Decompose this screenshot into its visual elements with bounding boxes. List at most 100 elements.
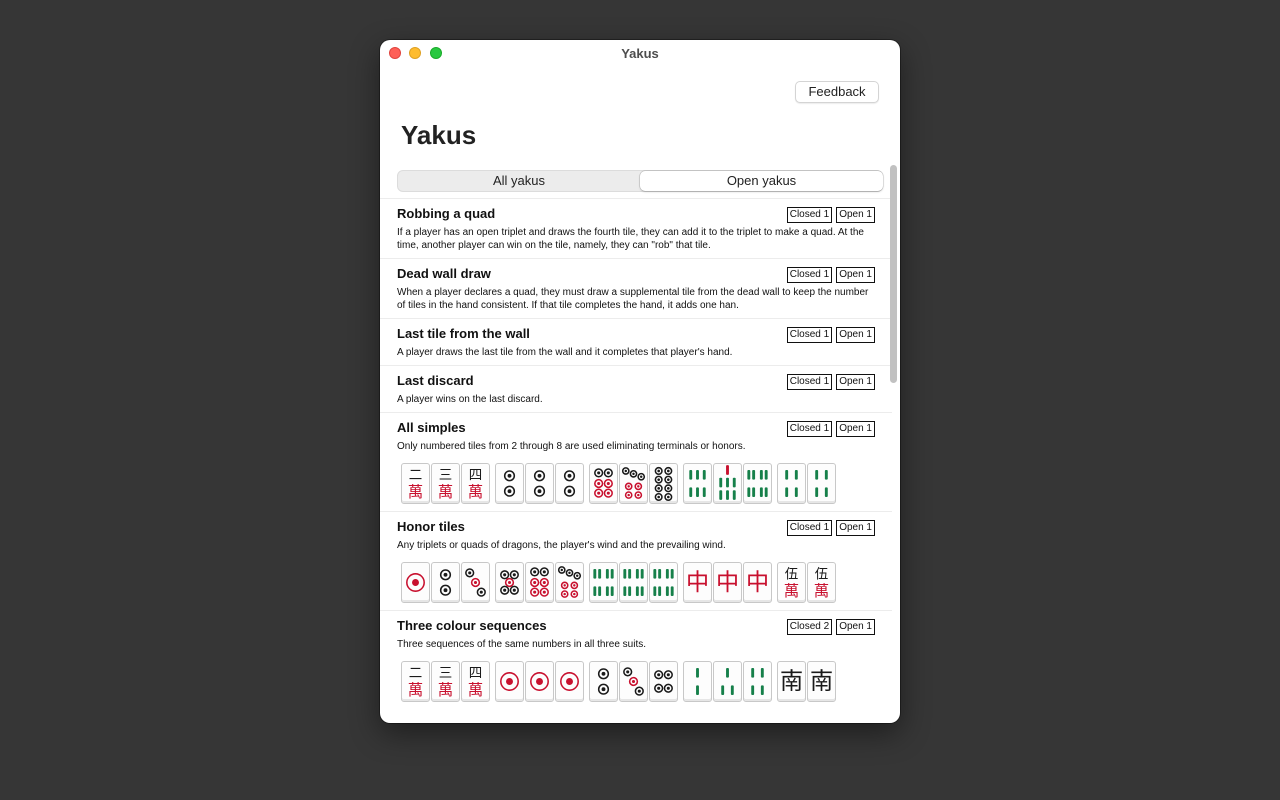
title-bar: Yakus <box>380 40 900 68</box>
mahjong-tile: 中 <box>713 562 742 603</box>
svg-text:二: 二 <box>409 468 423 484</box>
closed-han-badge: Closed 1 <box>786 207 833 223</box>
mahjong-tile: 二萬 <box>401 463 430 504</box>
mahjong-tile <box>743 661 772 702</box>
feedback-button[interactable]: Feedback <box>795 81 879 103</box>
svg-text:萬: 萬 <box>814 582 829 600</box>
svg-text:四: 四 <box>469 468 483 484</box>
tile-group: 伍萬伍萬 <box>777 562 837 604</box>
mahjong-tile <box>589 463 618 504</box>
yaku-row: Dead wall draw Closed 1 Open 1 When a playe… <box>380 258 892 318</box>
han-badges: Closed 1 Open 1 <box>786 421 875 437</box>
yaku-row: Last tile from the wall Closed 1 Open 1A p… <box>380 318 892 365</box>
open-han-badge: Open 1 <box>836 207 875 223</box>
mahjong-tile <box>431 562 460 603</box>
svg-text:南: 南 <box>810 669 833 695</box>
yaku-list[interactable]: Robbing a quad Closed 1 Open 1 If a player … <box>380 198 892 723</box>
closed-han-badge: Closed 2 <box>786 619 833 635</box>
tile-group: 二萬三萬四萬 <box>401 463 491 505</box>
mahjong-tile: 四萬 <box>461 661 490 702</box>
mahjong-tile <box>555 463 584 504</box>
svg-text:萬: 萬 <box>438 483 453 501</box>
tile-group: 南南 <box>777 661 837 703</box>
han-badges: Closed 1 Open 1 <box>786 207 875 223</box>
mahjong-tile <box>649 463 678 504</box>
mahjong-tile <box>743 463 772 504</box>
mahjong-tile: 二萬 <box>401 661 430 702</box>
open-han-badge: Open 1 <box>836 619 875 635</box>
yaku-row: Honor tiles Closed 1 Open 1 Any triplets or… <box>380 511 892 610</box>
tile-group <box>683 661 773 703</box>
svg-text:南: 南 <box>780 669 803 695</box>
tile-group <box>777 463 837 505</box>
tab-open-yakus[interactable]: Open yakus <box>640 171 883 191</box>
tile-group <box>495 661 585 703</box>
tile-group <box>589 562 679 604</box>
mahjong-tile <box>619 562 648 603</box>
svg-text:萬: 萬 <box>408 483 423 501</box>
han-badges: Closed 1 Open 1 <box>786 374 875 390</box>
mahjong-tile <box>713 661 742 702</box>
mahjong-tile <box>619 463 648 504</box>
tab-all-yakus[interactable]: All yakus <box>398 171 640 191</box>
yaku-row: Robbing a quad Closed 1 Open 1 If a player … <box>380 198 892 258</box>
tile-group: 中中中 <box>683 562 773 604</box>
mahjong-tile: 三萬 <box>431 463 460 504</box>
tile-group <box>589 661 679 703</box>
mahjong-tile <box>589 562 618 603</box>
scrollbar-thumb[interactable] <box>890 165 897 383</box>
svg-text:伍: 伍 <box>815 567 829 583</box>
mahjong-tile: 伍萬 <box>807 562 836 603</box>
svg-text:中: 中 <box>716 570 739 596</box>
closed-han-badge: Closed 1 <box>786 374 833 390</box>
svg-text:三: 三 <box>439 666 453 682</box>
han-badges: Closed 2 Open 1 <box>786 619 875 635</box>
mahjong-tile: 中 <box>683 562 712 603</box>
svg-text:萬: 萬 <box>468 681 483 699</box>
page-title: Yakus <box>401 120 477 150</box>
svg-text:萬: 萬 <box>468 483 483 501</box>
mahjong-tile: 南 <box>807 661 836 702</box>
mahjong-tile <box>649 661 678 702</box>
yaku-row: Last discard Closed 1 Open 1A player wins … <box>380 365 892 412</box>
yaku-description: Three sequences of the same numbers in a… <box>397 639 647 650</box>
example-hand: 中中中伍萬伍萬 <box>401 562 875 604</box>
mahjong-tile <box>495 463 524 504</box>
app-window: Yakus Feedback Yakus All yakus Open yaku… <box>380 40 900 723</box>
closed-han-badge: Closed 1 <box>786 267 833 283</box>
open-han-badge: Open 1 <box>836 520 875 536</box>
mahjong-tile <box>525 463 554 504</box>
svg-text:四: 四 <box>469 666 483 682</box>
mahjong-tile <box>649 562 678 603</box>
yaku-description: A player wins on the last discard. <box>397 394 543 405</box>
mahjong-tile <box>555 661 584 702</box>
mahjong-tile: 三萬 <box>431 661 460 702</box>
closed-han-badge: Closed 1 <box>786 327 833 343</box>
closed-han-badge: Closed 1 <box>786 520 833 536</box>
mahjong-tile <box>589 661 618 702</box>
svg-text:中: 中 <box>686 570 709 596</box>
svg-text:伍: 伍 <box>785 567 799 583</box>
yaku-description: When a player declares a quad, they must… <box>397 287 869 311</box>
mahjong-tile <box>683 463 712 504</box>
mahjong-tile <box>495 661 524 702</box>
mahjong-tile: 伍萬 <box>777 562 806 603</box>
mahjong-tile <box>619 661 648 702</box>
window-title: Yakus <box>621 46 659 61</box>
tile-group: 二萬三萬四萬 <box>401 661 491 703</box>
tile-group <box>589 463 679 505</box>
example-hand: 二萬三萬四萬南南 <box>401 661 875 703</box>
open-han-badge: Open 1 <box>836 374 875 390</box>
yaku-row: All simples Closed 1 Open 1 Only numbered t… <box>380 412 892 511</box>
tile-group <box>401 562 491 604</box>
han-badges: Closed 1 Open 1 <box>786 267 875 283</box>
mahjong-tile <box>461 562 490 603</box>
svg-text:萬: 萬 <box>408 681 423 699</box>
yaku-description: A player draws the last tile from the wa… <box>397 347 733 358</box>
open-han-badge: Open 1 <box>836 327 875 343</box>
han-badges: Closed 1 Open 1 <box>786 520 875 536</box>
yaku-filter-segmented-control: All yakus Open yakus <box>397 170 883 192</box>
yaku-description: Any triplets or quads of dragons, the pl… <box>397 540 726 551</box>
svg-text:萬: 萬 <box>784 582 799 600</box>
svg-text:中: 中 <box>746 570 769 596</box>
